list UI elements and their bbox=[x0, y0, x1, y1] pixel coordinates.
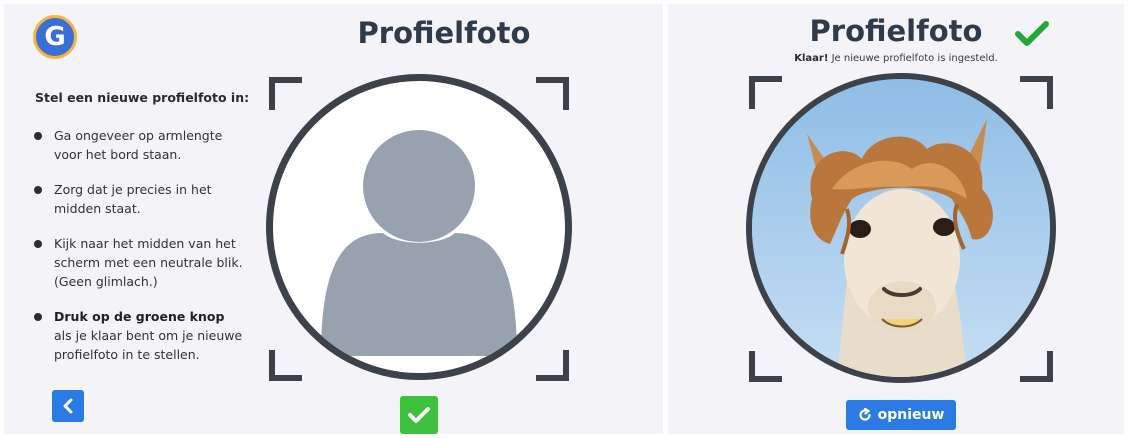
instruction-text: Kijk naar het midden van het scherm met … bbox=[54, 236, 243, 289]
instruction-item: Druk op de groene knop als je klaar bent… bbox=[34, 307, 244, 364]
profile-photo-done-screen: Profielfoto Klaar! Je nieuwe profielfoto… bbox=[668, 4, 1124, 434]
chevron-left-icon bbox=[63, 398, 73, 414]
back-button[interactable] bbox=[52, 390, 84, 422]
confirm-photo-button[interactable] bbox=[400, 396, 438, 434]
app-logo: G bbox=[33, 15, 77, 59]
retry-label: opnieuw bbox=[877, 407, 945, 423]
checkmark-icon bbox=[408, 407, 430, 423]
user-silhouette-icon bbox=[321, 130, 517, 356]
instructions-list: Ga ongeveer op armlengte voor het bord s… bbox=[34, 126, 244, 364]
refresh-icon bbox=[859, 408, 871, 421]
checkmark-icon bbox=[1015, 21, 1049, 46]
photo-frame bbox=[746, 73, 1056, 385]
instruction-item: Ga ongeveer op armlengte voor het bord s… bbox=[34, 126, 244, 164]
app-logo-letter: G bbox=[44, 22, 66, 52]
page-title: Profielfoto bbox=[809, 14, 983, 48]
status-detail: Je nieuwe profielfoto is ingesteld. bbox=[828, 53, 998, 64]
instruction-item: Kijk naar het midden van het scherm met … bbox=[34, 234, 244, 291]
retry-button[interactable]: opnieuw bbox=[846, 400, 956, 430]
profile-photo bbox=[746, 73, 1056, 383]
alpaca-photo bbox=[752, 79, 1050, 377]
instruction-bold-text: Druk op de groene knop bbox=[54, 309, 225, 324]
status-message: Klaar! Je nieuwe profielfoto is ingestel… bbox=[668, 53, 1124, 64]
instruction-text: als je klaar bent om je nieuwe profielfo… bbox=[54, 328, 243, 362]
instructions-heading: Stel een nieuwe profielfoto in: bbox=[35, 90, 250, 105]
instruction-item: Zorg dat je precies in het midden staat. bbox=[34, 180, 244, 218]
photo-frame bbox=[266, 74, 572, 384]
page-title: Profielfoto bbox=[357, 16, 531, 50]
status-bold: Klaar! bbox=[794, 53, 829, 64]
profile-photo-setup-screen: G Profielfoto Stel een nieuwe profielfot… bbox=[4, 4, 663, 434]
instruction-text: Zorg dat je precies in het midden staat. bbox=[54, 182, 212, 216]
photo-placeholder-circle bbox=[266, 74, 572, 380]
instruction-text: Ga ongeveer op armlengte voor het bord s… bbox=[54, 128, 223, 162]
